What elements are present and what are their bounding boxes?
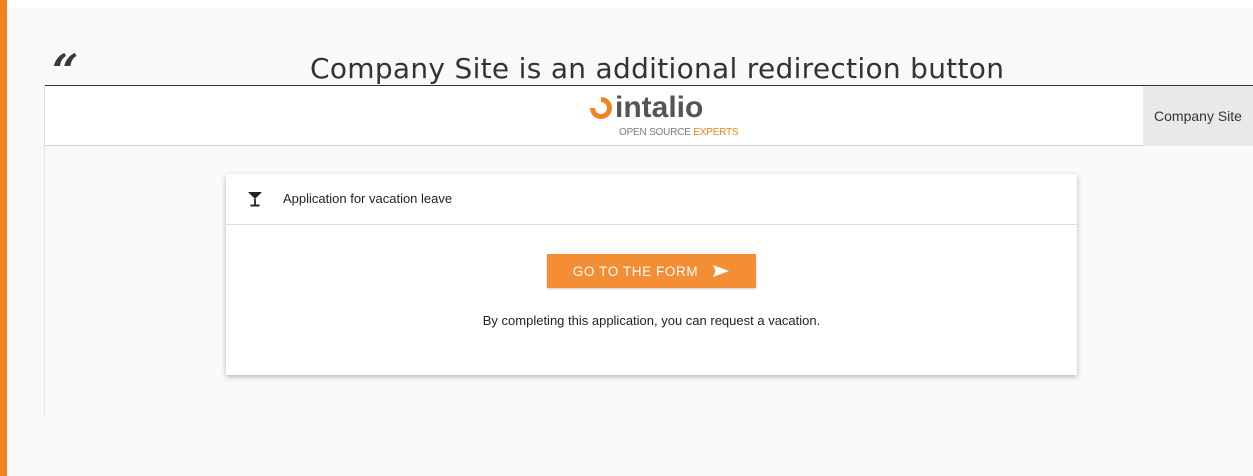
go-to-form-label: GO TO THE FORM: [572, 263, 699, 279]
cocktail-glass-icon: [248, 192, 262, 207]
caption-text: Company Site is an additional redirectio…: [310, 52, 1005, 85]
accent-bar: [0, 0, 7, 476]
top-strip: [0, 0, 1253, 9]
card-header: Application for vacation leave: [226, 174, 1077, 225]
card-title: Application for vacation leave: [283, 191, 453, 206]
logo-tagline: OPEN SOURCE EXPERTS: [619, 127, 739, 138]
logo-tagline-grey: OPEN SOURCE: [619, 127, 691, 138]
intalio-logo[interactable]: intalio OPEN SOURCE EXPERTS: [590, 92, 740, 142]
company-site-button[interactable]: Company Site: [1143, 86, 1253, 146]
go-to-form-button[interactable]: GO TO THE FORM: [547, 254, 756, 288]
card-description: By completing this application, you can …: [482, 313, 821, 328]
application-card: Application for vacation leave GO TO THE…: [226, 174, 1077, 375]
send-icon: [713, 265, 730, 277]
logo-wordmark: intalio: [615, 91, 704, 124]
logo-ring-icon: [590, 97, 612, 119]
logo-main: intalio: [590, 92, 703, 124]
app-header: intalio OPEN SOURCE EXPERTS Company Site: [45, 85, 1253, 146]
logo-tagline-orange: EXPERTS: [693, 127, 739, 138]
app-frame: intalio OPEN SOURCE EXPERTS Company Site…: [44, 85, 1253, 417]
